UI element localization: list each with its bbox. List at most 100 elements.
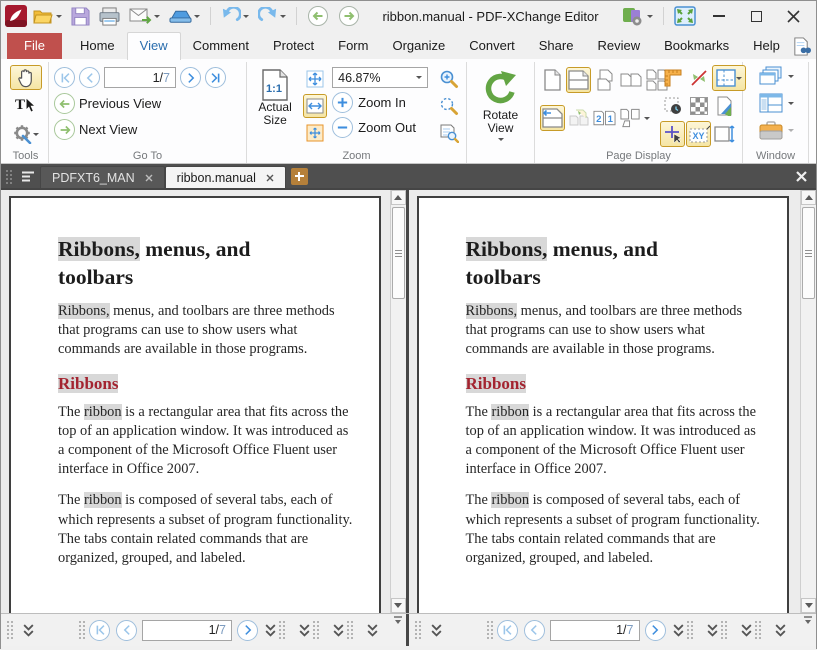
find-document-icon[interactable] bbox=[792, 37, 811, 56]
scrollbar-thumb[interactable] bbox=[802, 207, 815, 299]
toolbar-overflow-chevron-icon[interactable] bbox=[431, 624, 442, 637]
vertical-scrollbar[interactable] bbox=[800, 190, 816, 613]
page-color-button[interactable] bbox=[712, 93, 737, 119]
ribbon-tab-organize[interactable]: Organize bbox=[380, 33, 457, 59]
undo-dropdown-caret[interactable] bbox=[243, 15, 249, 21]
forward-view-button[interactable] bbox=[335, 3, 363, 29]
crosshair-cursor-button[interactable] bbox=[660, 121, 685, 147]
scan-dropdown-caret[interactable] bbox=[194, 15, 200, 21]
toolbar-overflow-chevron-icon[interactable] bbox=[299, 624, 310, 637]
ribbon-tab-form[interactable]: Form bbox=[326, 33, 380, 59]
toolbar-grip-handle[interactable] bbox=[414, 620, 422, 640]
single-page-button[interactable] bbox=[540, 67, 565, 93]
toolbar-overflow-chevron-icon[interactable] bbox=[673, 624, 684, 637]
toolbar-overflow-chevron-icon[interactable] bbox=[367, 624, 378, 637]
next-page-button[interactable] bbox=[180, 67, 201, 88]
page-size-button[interactable] bbox=[712, 121, 737, 147]
toolbar-dock-icon[interactable] bbox=[393, 616, 403, 625]
zoom-in-button[interactable]: Zoom In bbox=[332, 92, 432, 113]
doc-tab-ribbon-manual[interactable]: ribbon.manual bbox=[165, 166, 286, 188]
fit-width-button[interactable] bbox=[303, 94, 327, 118]
tile-windows-caret[interactable] bbox=[788, 102, 794, 108]
doc-tab-close-icon[interactable] bbox=[145, 174, 153, 182]
next-page-button[interactable] bbox=[645, 620, 666, 641]
maximize-button[interactable] bbox=[739, 4, 773, 28]
tool-options-caret[interactable] bbox=[33, 133, 39, 139]
measure-xy-button[interactable]: XY bbox=[686, 121, 711, 147]
hand-tool-button[interactable] bbox=[10, 65, 42, 90]
ribbon-tab-share[interactable]: Share bbox=[527, 33, 586, 59]
first-page-button[interactable] bbox=[497, 620, 518, 641]
vertical-scrollbar[interactable] bbox=[390, 190, 406, 613]
loupe-tool-button[interactable] bbox=[437, 94, 461, 118]
tile-windows-button[interactable] bbox=[757, 91, 785, 115]
zoom-tool-button[interactable] bbox=[437, 67, 461, 91]
previous-view-button[interactable]: Previous View bbox=[54, 93, 241, 114]
pdf-page[interactable]: Ribbons, menus, and toolbars Ribbons, me… bbox=[9, 196, 381, 613]
ui-options-dropdown-caret[interactable] bbox=[647, 15, 653, 21]
cascade-windows-caret[interactable] bbox=[788, 75, 794, 81]
cascade-windows-button[interactable] bbox=[757, 64, 785, 88]
scroll-down-button[interactable] bbox=[801, 598, 816, 613]
pdf-page[interactable]: Ribbons, menus, and toolbars Ribbons, me… bbox=[417, 196, 789, 613]
tabbar-grip-handle[interactable] bbox=[5, 169, 13, 184]
toolbar-overflow-chevron-icon[interactable] bbox=[707, 624, 718, 637]
page-number-field[interactable]: 1/7 bbox=[142, 620, 232, 641]
back-view-button[interactable] bbox=[304, 3, 332, 29]
split-pages-button[interactable] bbox=[566, 105, 591, 131]
rotate-view-button[interactable]: Rotate View bbox=[472, 65, 529, 149]
toolbar-grip-handle[interactable] bbox=[312, 620, 320, 640]
two-page-continuous-button[interactable] bbox=[618, 67, 643, 93]
toolbar-overflow-chevron-icon[interactable] bbox=[741, 624, 752, 637]
email-dropdown-caret[interactable] bbox=[154, 15, 160, 21]
ribbon-tab-protect[interactable]: Protect bbox=[261, 33, 326, 59]
first-page-button[interactable] bbox=[54, 67, 75, 88]
layout-options-button[interactable] bbox=[618, 105, 643, 131]
minimize-button[interactable] bbox=[702, 4, 736, 28]
guides-button[interactable] bbox=[712, 65, 746, 91]
page-canvas[interactable]: Ribbons, menus, and toolbars Ribbons, me… bbox=[1, 190, 390, 613]
ui-options-button[interactable] bbox=[618, 4, 656, 28]
close-document-button[interactable] bbox=[787, 164, 816, 188]
toolbar-grip-handle[interactable] bbox=[6, 620, 14, 640]
toolbar-grip-handle[interactable] bbox=[686, 620, 694, 640]
actual-size-button[interactable]: 1:1 Actual Size bbox=[252, 65, 298, 147]
ribbon-tab-file[interactable]: File bbox=[7, 33, 62, 59]
show-cover-page-button[interactable] bbox=[540, 105, 565, 131]
toolbar-dock-icon[interactable] bbox=[803, 616, 813, 625]
save-button[interactable] bbox=[68, 5, 93, 28]
toolbar-grip-handle[interactable] bbox=[78, 620, 86, 640]
toolbar-grip-handle[interactable] bbox=[720, 620, 728, 640]
doc-tab-pdfxt6-man[interactable]: PDFXT6_MAN bbox=[40, 166, 165, 188]
ribbon-tab-view[interactable]: View bbox=[127, 32, 181, 60]
split-view-button[interactable] bbox=[686, 65, 711, 91]
next-view-button[interactable]: Next View bbox=[54, 119, 241, 140]
scroll-up-button[interactable] bbox=[391, 190, 406, 205]
new-tab-button[interactable] bbox=[291, 168, 308, 185]
snap-button[interactable] bbox=[660, 93, 685, 119]
toolbar-grip-handle[interactable] bbox=[346, 620, 354, 640]
toolbar-grip-handle[interactable] bbox=[486, 620, 494, 640]
ribbon-tab-help[interactable]: Help bbox=[741, 33, 792, 59]
transparency-grid-button[interactable] bbox=[686, 93, 711, 119]
scan-button[interactable] bbox=[166, 7, 203, 26]
two-page-view-button[interactable] bbox=[566, 67, 591, 93]
email-button[interactable] bbox=[126, 6, 163, 27]
undo-button[interactable] bbox=[218, 5, 252, 27]
scroll-up-button[interactable] bbox=[801, 190, 816, 205]
document-list-button[interactable] bbox=[16, 164, 40, 188]
first-page-button[interactable] bbox=[89, 620, 110, 641]
right-to-left-button[interactable]: 21 bbox=[592, 105, 617, 131]
fullscreen-button[interactable] bbox=[671, 4, 699, 28]
toolbar-overflow-chevron-icon[interactable] bbox=[775, 624, 786, 637]
previous-page-button[interactable] bbox=[116, 620, 137, 641]
toolbox-button[interactable] bbox=[757, 118, 785, 142]
previous-page-button[interactable] bbox=[524, 620, 545, 641]
zoom-level-combo[interactable]: 46.87% bbox=[332, 67, 428, 88]
open-dropdown-caret[interactable] bbox=[56, 15, 62, 21]
ribbon-tab-convert[interactable]: Convert bbox=[457, 33, 527, 59]
continuous-view-button[interactable] bbox=[592, 67, 617, 93]
open-button[interactable] bbox=[30, 6, 65, 27]
toolbar-grip-handle[interactable] bbox=[754, 620, 762, 640]
page-canvas[interactable]: Ribbons, menus, and toolbars Ribbons, me… bbox=[409, 190, 801, 613]
